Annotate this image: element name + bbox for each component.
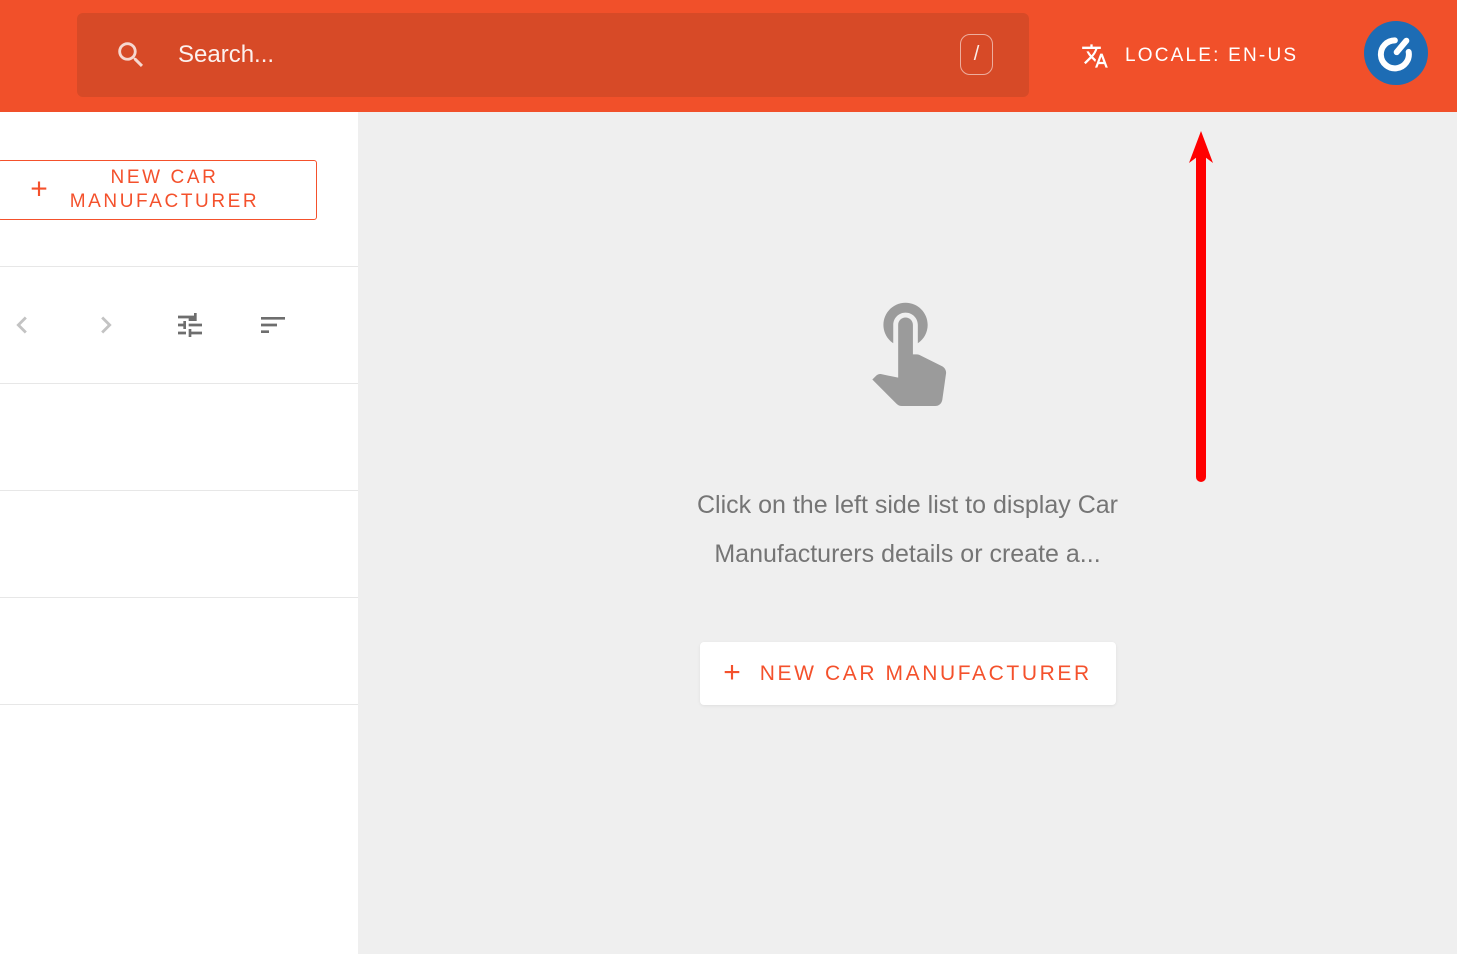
power-icon [1375,32,1417,74]
main-new-button-label: NEW CAR MANUFACTURER [760,662,1092,686]
locale-label: LOCALE: EN-US [1125,45,1298,67]
list-item[interactable] [0,491,358,598]
search-icon [114,38,148,72]
search-box[interactable]: / [77,13,1029,97]
empty-state-message-line1: Click on the left side list to display C… [697,481,1118,530]
sort-lines-icon [257,309,289,344]
list-item[interactable] [0,598,358,705]
topbar: / LOCALE: EN-US [0,0,1457,112]
search-input[interactable] [178,41,939,69]
chevron-right-icon [89,308,123,345]
search-shortcut-badge: / [960,34,993,75]
plus-icon: + [30,174,48,204]
chevron-left-icon [5,308,39,345]
pagination-next-button[interactable] [86,306,126,346]
sidebar-new-button-label: NEW CAR MANUFACTURER [49,166,281,215]
pagination-prev-button[interactable] [2,306,42,346]
manufacturer-list [0,384,358,705]
touch-icon [849,288,967,406]
locale-button[interactable]: LOCALE: EN-US [1081,0,1298,112]
filter-sliders-icon [174,309,206,344]
translate-icon [1081,42,1109,70]
main-new-car-manufacturer-button[interactable]: + NEW CAR MANUFACTURER [700,642,1116,705]
plus-icon: + [723,658,741,688]
empty-state-message-line2: Manufacturers details or create a... [697,530,1118,579]
list-item[interactable] [0,384,358,491]
sidebar-new-car-manufacturer-button[interactable]: + NEW CAR MANUFACTURER [0,160,317,220]
sidebar-list-toolbar [0,266,358,384]
empty-state-message: Click on the left side list to display C… [697,481,1118,579]
filter-button[interactable] [170,306,210,346]
app-logo-button[interactable] [1364,21,1428,85]
sidebar: + NEW CAR MANUFACTURER [0,112,358,954]
sort-button[interactable] [253,306,293,346]
main-content: Click on the left side list to display C… [358,112,1457,954]
